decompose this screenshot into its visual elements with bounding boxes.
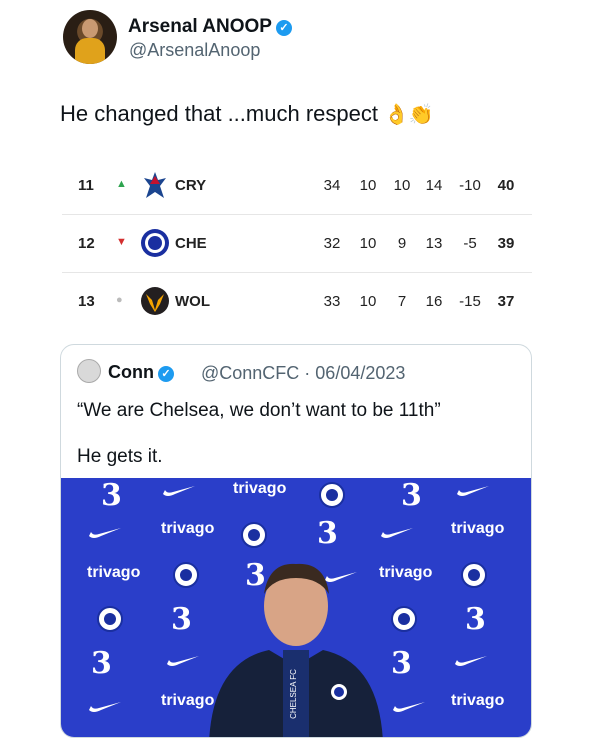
nike-swoosh-icon <box>89 702 121 712</box>
trivago-logo: trivago <box>451 520 505 537</box>
stat-p: 34 <box>323 177 341 194</box>
stat-w: 10 <box>359 177 377 194</box>
verified-badge-icon: ✓ <box>275 20 292 36</box>
standings-row[interactable]: 12 ▼ CHE 32 10 9 13 -5 39 <box>62 215 532 273</box>
palace-crest-icon <box>140 169 170 201</box>
avatar-shirt <box>75 38 105 64</box>
stat-w: 10 <box>359 235 377 252</box>
tweet-text-body: He changed that ...much respect <box>60 101 378 126</box>
position-number: 11 <box>78 177 94 194</box>
team-abbreviation: CHE <box>175 235 207 252</box>
quoted-tweet-text: “We are Chelsea, we don’t want to be 11t… <box>77 400 441 421</box>
stat-w: 10 <box>359 293 377 310</box>
stat-pts: 39 <box>497 235 515 252</box>
quoted-tweet[interactable]: Conn ✓ @ConnCFC · 06/04/2023 “We are Chel… <box>60 344 532 738</box>
league-standings-table: 11 ▲ CRY 34 10 10 14 -10 40 12 ▼ CHE 32 10 9 13 -5 39 13 ● W… <box>62 157 532 330</box>
three-logo: 3 <box>465 602 486 637</box>
stat-pts: 37 <box>497 293 515 310</box>
nike-swoosh-icon <box>457 486 489 496</box>
chelsea-badge-icon <box>461 562 487 588</box>
stat-d: 10 <box>393 177 411 194</box>
stat-l: 16 <box>425 293 443 310</box>
chelsea-badge-icon <box>97 606 123 632</box>
author-name-text: Arsenal ANOOP <box>128 16 272 37</box>
stat-d: 7 <box>397 293 407 310</box>
tweet-text: He changed that ...much respect 👌👏 <box>60 101 434 127</box>
trend-same-icon: ● <box>116 294 123 306</box>
nike-swoosh-icon <box>89 528 121 538</box>
trivago-logo: trivago <box>233 480 287 497</box>
trend-up-icon: ▲ <box>116 178 127 190</box>
chelsea-crest-icon <box>140 227 170 259</box>
team-abbreviation: WOL <box>175 293 210 310</box>
trivago-logo: trivago <box>161 520 215 537</box>
quoted-tweet-text-2: He gets it. <box>77 446 163 467</box>
stat-gd: -15 <box>459 293 481 310</box>
verified-badge-icon: ✓ <box>157 366 174 382</box>
author-display-name[interactable]: Arsenal ANOOP ✓ <box>128 16 292 38</box>
standings-row[interactable]: 13 ● WOL 33 10 7 16 -15 37 <box>62 273 532 330</box>
nike-swoosh-icon <box>163 486 195 496</box>
chelsea-badge-icon <box>319 482 345 508</box>
author-avatar[interactable] <box>63 10 117 64</box>
trend-down-icon: ▼ <box>116 236 127 248</box>
quoted-author-name-text: Conn <box>108 362 154 382</box>
stat-p: 33 <box>323 293 341 310</box>
trivago-logo: trivago <box>451 692 505 709</box>
three-logo: 3 <box>101 478 122 513</box>
position-number: 13 <box>78 293 95 310</box>
team-abbreviation: CRY <box>175 177 207 194</box>
quoted-author-name[interactable]: Conn ✓ <box>108 362 174 383</box>
nike-swoosh-icon <box>455 656 487 666</box>
trivago-logo: trivago <box>87 564 141 581</box>
stat-l: 13 <box>425 235 443 252</box>
avatar-head <box>82 19 98 38</box>
stat-l: 14 <box>425 177 443 194</box>
quoted-author-avatar[interactable] <box>77 359 101 383</box>
position-number: 12 <box>78 235 95 252</box>
stat-pts: 40 <box>497 177 515 194</box>
quoted-author-handle-date[interactable]: @ConnCFC · 06/04/2023 <box>201 363 405 384</box>
three-logo: 3 <box>91 646 112 681</box>
stat-p: 32 <box>323 235 341 252</box>
stat-gd: -5 <box>463 235 477 252</box>
nike-swoosh-icon <box>381 528 413 538</box>
stat-d: 9 <box>397 235 407 252</box>
standings-row[interactable]: 11 ▲ CRY 34 10 10 14 -10 40 <box>62 157 532 215</box>
three-logo: 3 <box>401 478 422 513</box>
press-conference-photo[interactable]: trivago trivago 3 3 3 3 trivago 3 trivago trivago… <box>61 478 531 737</box>
author-handle[interactable]: @ArsenalAnoop <box>129 40 260 61</box>
microphone-label: CHELSEA FC <box>289 669 298 719</box>
stat-gd: -10 <box>459 177 481 194</box>
manager-figure: CHELSEA FC <box>209 563 383 737</box>
wolves-crest-icon <box>140 285 170 317</box>
ok-hand-clap-emoji-icon: 👌👏 <box>383 104 434 126</box>
